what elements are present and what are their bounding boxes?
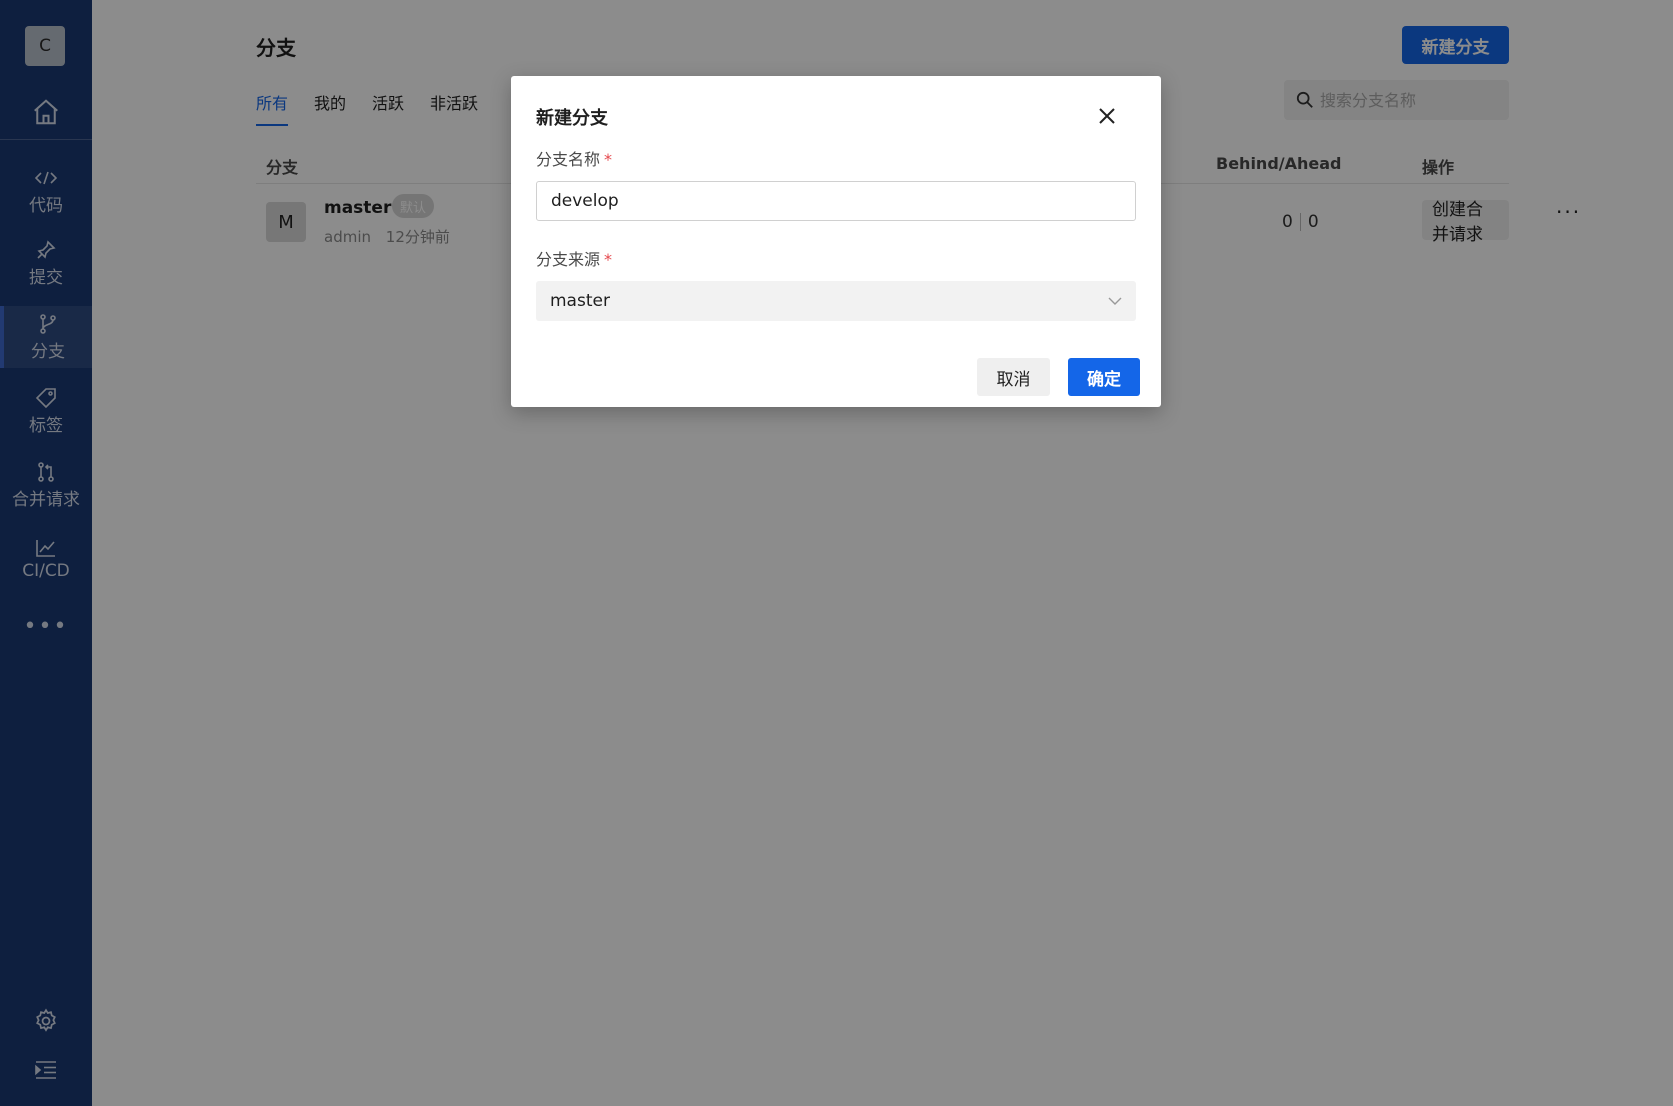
cancel-button[interactable]: 取消 xyxy=(977,358,1050,396)
branch-source-label: 分支来源 * xyxy=(536,246,612,270)
confirm-button[interactable]: 确定 xyxy=(1068,358,1140,396)
close-button[interactable] xyxy=(1095,104,1119,128)
required-mark: * xyxy=(604,150,613,169)
dialog-title: 新建分支 xyxy=(536,108,608,129)
required-mark: * xyxy=(604,250,613,269)
branch-name-label: 分支名称 * xyxy=(536,146,612,170)
branch-source-value: master xyxy=(550,291,610,311)
chevron-down-icon xyxy=(1108,297,1122,305)
close-icon xyxy=(1099,108,1115,124)
branch-name-input[interactable] xyxy=(536,181,1136,221)
new-branch-dialog: 新建分支 分支名称* 分支来源* master 取消 确定 xyxy=(511,76,1161,407)
app-root: C 代码 提交 分支 标签 合并请求 CI/CD ••• 分支 新建分支 所有 … xyxy=(0,0,1673,1106)
branch-source-select[interactable]: master xyxy=(536,281,1136,321)
branch-name-label-text: 分支名称 xyxy=(536,150,601,169)
branch-source-label-text: 分支来源 xyxy=(536,250,601,269)
